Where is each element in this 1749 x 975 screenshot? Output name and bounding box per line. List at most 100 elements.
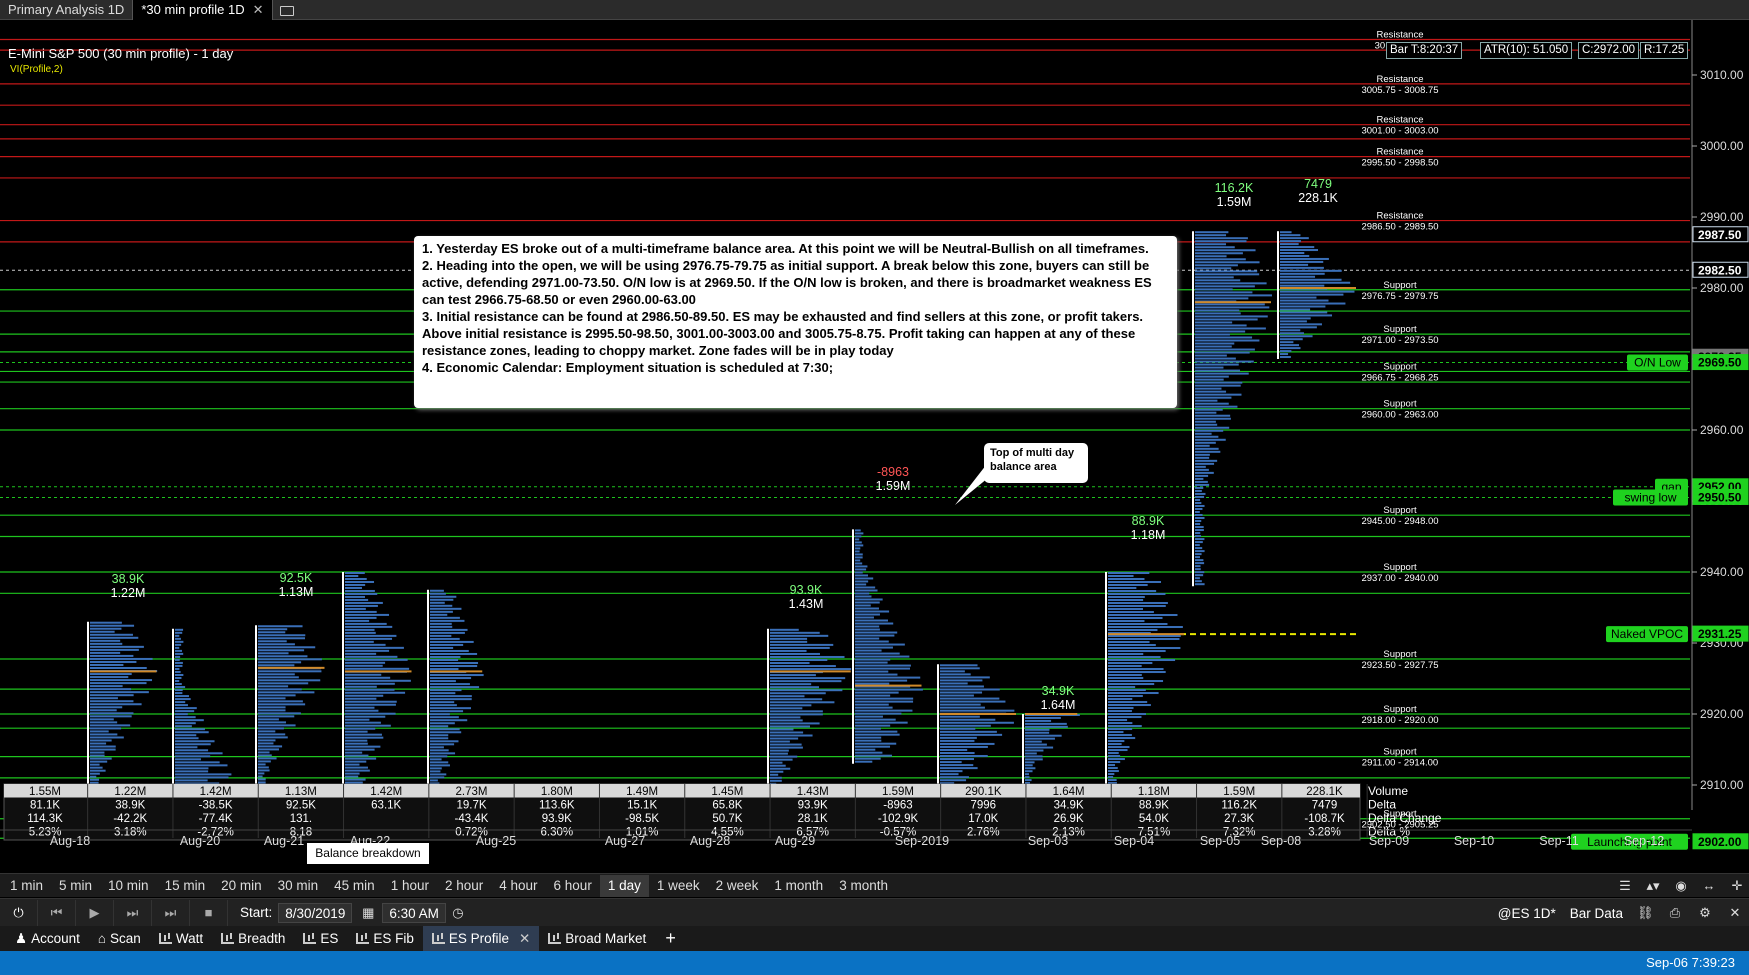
timeframe-1min[interactable]: 1 min bbox=[2, 875, 51, 897]
start-date-field[interactable]: 8/30/2019 bbox=[278, 902, 353, 923]
stats-cell: 1.42M bbox=[370, 786, 402, 798]
profile-bar bbox=[345, 754, 369, 757]
eye-icon[interactable]: ◉ bbox=[1673, 879, 1689, 893]
profile-bar bbox=[855, 658, 891, 661]
profile-bar bbox=[345, 673, 382, 676]
step-forward-icon[interactable]: ⏭ bbox=[114, 899, 152, 926]
profile-chart[interactable]: Resistance3013.50 - ...Resistance3005.75… bbox=[0, 20, 1749, 850]
profile-bar bbox=[1195, 363, 1239, 366]
gear-icon[interactable]: ⚙ bbox=[1697, 906, 1713, 920]
timeframe-30min[interactable]: 30 min bbox=[270, 875, 327, 897]
profile-bar bbox=[1195, 498, 1201, 501]
price-tick-label: 2940.00 bbox=[1700, 565, 1744, 579]
profile-bar bbox=[1025, 743, 1047, 746]
layout-tab-breadth[interactable]: Breadth bbox=[212, 926, 294, 951]
profile-bar bbox=[90, 724, 131, 727]
link-icon[interactable]: ⛓ bbox=[1637, 906, 1654, 920]
profile-bar bbox=[90, 651, 121, 654]
spacing-icon[interactable]: ↔ bbox=[1701, 879, 1717, 893]
play-icon[interactable]: ▶ bbox=[76, 899, 114, 926]
menu-icon[interactable]: ☰ bbox=[1617, 879, 1633, 893]
close-icon[interactable]: ✕ bbox=[1727, 906, 1743, 920]
profile-bar bbox=[345, 772, 360, 775]
profile-bar bbox=[770, 719, 803, 722]
profile-bar bbox=[1195, 538, 1205, 541]
zone-range-label: 2995.50 - 2998.50 bbox=[1361, 158, 1438, 169]
skip-forward-icon[interactable]: ⏭ bbox=[152, 899, 190, 926]
add-tab-icon[interactable]: + bbox=[655, 928, 686, 949]
print-icon[interactable]: ⎙ bbox=[1667, 906, 1683, 920]
profile-volume-label: 1.59M bbox=[1217, 195, 1252, 209]
profile-bar bbox=[258, 628, 288, 631]
tab-primary-analysis[interactable]: Primary Analysis 1D bbox=[0, 0, 134, 20]
profile-poc bbox=[258, 666, 325, 669]
timeframe-15min[interactable]: 15 min bbox=[157, 875, 214, 897]
layout-tab-account[interactable]: ♟ Account bbox=[6, 926, 89, 951]
timeframe-10min[interactable]: 10 min bbox=[100, 875, 157, 897]
layout-tab-broad-market[interactable]: Broad Market bbox=[539, 926, 655, 951]
profile-bar bbox=[940, 745, 988, 748]
close-icon[interactable]: ✕ bbox=[253, 2, 264, 17]
tab-30min-profile[interactable]: *30 min profile 1D ✕ bbox=[133, 0, 273, 20]
timeframe-3month[interactable]: 3 month bbox=[831, 875, 896, 897]
profile-bar bbox=[855, 550, 860, 553]
timeframe-2week[interactable]: 2 week bbox=[708, 875, 767, 897]
timeframe-6hour[interactable]: 6 hour bbox=[546, 875, 600, 897]
profile-bar bbox=[90, 739, 112, 742]
layout-tab-es-fib[interactable]: ES Fib bbox=[347, 926, 423, 951]
timeframe-1hour[interactable]: 1 hour bbox=[383, 875, 437, 897]
chart-area[interactable]: Resistance3013.50 - ...Resistance3005.75… bbox=[0, 20, 1749, 864]
symbol-label[interactable]: @ES 1D* bbox=[1498, 906, 1556, 921]
layout-tab-watt[interactable]: Watt bbox=[150, 926, 212, 951]
profile-bar bbox=[855, 538, 860, 541]
timeframe-20min[interactable]: 20 min bbox=[213, 875, 270, 897]
timeframe-1day[interactable]: 1 day bbox=[599, 874, 649, 897]
profile-bar bbox=[345, 634, 397, 637]
balance-breakdown-label[interactable]: Balance breakdown bbox=[307, 843, 429, 864]
folder-icon[interactable] bbox=[273, 0, 299, 20]
stats-cell: -42.2K bbox=[113, 813, 147, 825]
profile-bar bbox=[940, 755, 988, 758]
timeframe-1month[interactable]: 1 month bbox=[766, 875, 831, 897]
start-time-field[interactable]: 6:30 AM bbox=[382, 902, 446, 923]
timeframe-4hour[interactable]: 4 hour bbox=[491, 875, 545, 897]
profile-bar bbox=[1108, 674, 1142, 677]
profile-bar bbox=[345, 697, 377, 700]
profile-bar bbox=[770, 655, 845, 658]
profile-bar bbox=[855, 757, 881, 760]
skip-back-icon[interactable]: ⏮ bbox=[38, 899, 76, 926]
layout-tab-scan[interactable]: ⌂ Scan bbox=[89, 926, 150, 951]
power-icon[interactable]: ⏻ bbox=[0, 899, 38, 926]
price-marker-label: 2950.50 bbox=[1698, 490, 1742, 504]
profile-bar bbox=[1108, 644, 1156, 647]
study-label[interactable]: VI(Profile,2) bbox=[10, 64, 63, 75]
timeframe-2hour[interactable]: 2 hour bbox=[437, 875, 491, 897]
profile-bar bbox=[175, 676, 182, 679]
layout-tab-es[interactable]: ES bbox=[294, 926, 347, 951]
drawing-tools-icon[interactable]: ▴▾ bbox=[1645, 879, 1661, 893]
profile-bar bbox=[940, 736, 977, 739]
timeframe-45min[interactable]: 45 min bbox=[326, 875, 383, 897]
callout-bubble[interactable]: Top of multi day balance area bbox=[984, 443, 1088, 483]
timeframe-1week[interactable]: 1 week bbox=[649, 875, 708, 897]
profile-bar bbox=[1280, 320, 1307, 323]
crosshair-icon[interactable]: ✛ bbox=[1729, 879, 1745, 893]
profile-bar bbox=[855, 676, 921, 679]
timeframe-5min[interactable]: 5 min bbox=[51, 875, 100, 897]
profile-bar bbox=[855, 739, 882, 742]
profile-bar bbox=[345, 775, 359, 778]
bar-data-button[interactable]: Bar Data bbox=[1570, 906, 1623, 921]
profile-bar bbox=[1108, 743, 1122, 746]
close-icon[interactable]: ✕ bbox=[519, 926, 530, 951]
profile-bar bbox=[1195, 492, 1206, 495]
layout-tab-es-profile[interactable]: ES Profile ✕ bbox=[422, 926, 540, 951]
profile-bar bbox=[1195, 264, 1238, 267]
profile-bar bbox=[1195, 378, 1224, 381]
clock-icon[interactable]: ◷ bbox=[450, 905, 466, 920]
stop-icon[interactable]: ■ bbox=[190, 899, 228, 926]
profile-bar bbox=[345, 625, 393, 628]
profile-bar bbox=[1195, 267, 1232, 270]
calendar-icon[interactable]: ▦ bbox=[360, 905, 376, 920]
analysis-note[interactable]: 1. Yesterday ES broke out of a multi-tim… bbox=[414, 236, 1177, 408]
stats-row-label: Delta Change bbox=[1368, 811, 1442, 825]
